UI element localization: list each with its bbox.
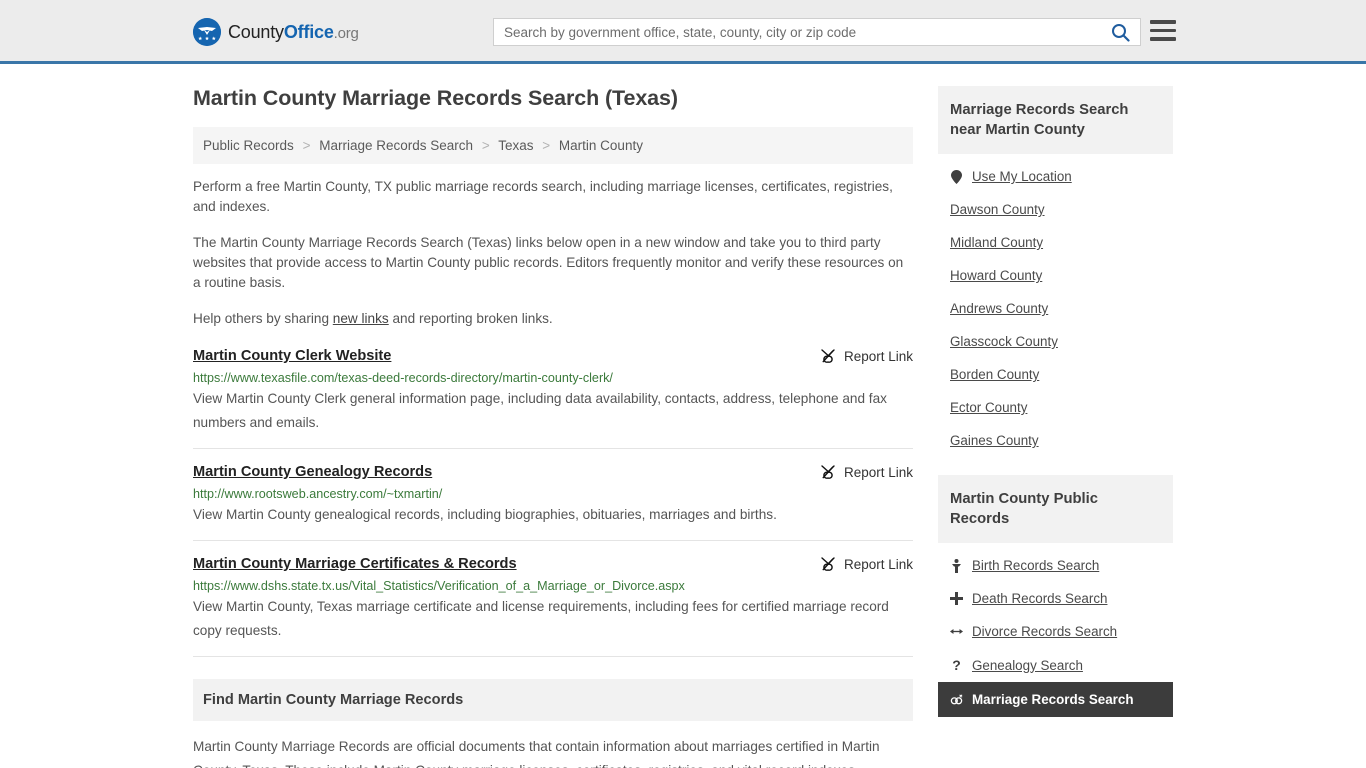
result-title-link[interactable]: Martin County Marriage Certificates & Re… bbox=[193, 555, 517, 573]
find-records-paragraph: Martin County Marriage Records are offic… bbox=[193, 739, 880, 768]
report-link-label: Report Link bbox=[843, 348, 913, 364]
public-records-list: Birth Records Search Death Records Searc… bbox=[938, 543, 1173, 717]
sidebar-item-midland-county[interactable]: Midland County bbox=[938, 226, 1173, 259]
result-item: Martin County Clerk Website Report Link … bbox=[193, 347, 913, 449]
sidebar-item-divorce-records-search[interactable]: Divorce Records Search bbox=[938, 615, 1173, 648]
result-title-link[interactable]: Martin County Clerk Website bbox=[193, 347, 391, 365]
sidebar-item-genealogy-search[interactable]: ? Genealogy Search bbox=[938, 648, 1173, 682]
sidebar-item-ector-county[interactable]: Ector County bbox=[938, 391, 1173, 424]
search-bar[interactable] bbox=[493, 18, 1141, 46]
result-item: Martin County Genealogy Records Report L… bbox=[193, 463, 913, 541]
map-pin-icon bbox=[950, 169, 963, 184]
broken-link-icon bbox=[821, 465, 835, 479]
logo-text-office: Office bbox=[283, 21, 334, 42]
report-link-label: Report Link bbox=[843, 556, 913, 572]
sidebar-item-birth-records-search[interactable]: Birth Records Search bbox=[938, 549, 1173, 582]
report-link-button[interactable]: Report Link bbox=[820, 555, 913, 572]
sidebar-link-label[interactable]: Genealogy Search bbox=[972, 658, 1083, 673]
cross-plus-icon bbox=[950, 592, 963, 605]
breadcrumb-separator: > bbox=[542, 138, 551, 153]
result-item: Martin County Marriage Certificates & Re… bbox=[193, 555, 913, 657]
public-records-heading: Martin County Public Records bbox=[938, 475, 1173, 543]
hamburger-bar bbox=[1150, 37, 1176, 41]
search-input[interactable] bbox=[494, 19, 1100, 45]
help-line-before: Help others by sharing bbox=[193, 311, 333, 326]
result-url[interactable]: https://www.texasfile.com/texas-deed-rec… bbox=[193, 371, 913, 386]
result-description: View Martin County, Texas marriage certi… bbox=[193, 599, 889, 638]
report-link-button[interactable]: Report Link bbox=[820, 463, 913, 480]
sidebar-link-label[interactable]: Gaines County bbox=[950, 433, 1039, 448]
broken-link-icon bbox=[821, 557, 835, 571]
report-link-button[interactable]: Report Link bbox=[820, 347, 913, 364]
logo-text-county: County bbox=[228, 21, 284, 42]
result-url[interactable]: https://www.dshs.state.tx.us/Vital_Stati… bbox=[193, 579, 913, 594]
eagle-seal-icon bbox=[193, 18, 221, 46]
sidebar-link-label[interactable]: Death Records Search bbox=[972, 591, 1107, 606]
sidebar-divider bbox=[938, 457, 1173, 475]
rings-icon bbox=[950, 694, 963, 705]
breadcrumb-separator: > bbox=[481, 138, 490, 153]
result-description: View Martin County genealogical records,… bbox=[193, 507, 777, 522]
nearby-searches-heading: Marriage Records Search near Martin Coun… bbox=[938, 86, 1173, 154]
sidebar-item-howard-county[interactable]: Howard County bbox=[938, 259, 1173, 292]
sidebar-item-death-records-search[interactable]: Death Records Search bbox=[938, 582, 1173, 615]
report-link-label: Report Link bbox=[843, 464, 913, 480]
sidebar-link-label[interactable]: Marriage Records Search bbox=[972, 692, 1134, 707]
intro-text: Perform a free Martin County, TX public … bbox=[193, 177, 913, 329]
sidebar-link-label[interactable]: Birth Records Search bbox=[972, 558, 1099, 573]
find-records-heading: Find Martin County Marriage Records bbox=[193, 679, 913, 721]
help-line-after: and reporting broken links. bbox=[388, 311, 553, 326]
breadcrumb-item-marriage-records-search[interactable]: Marriage Records Search bbox=[319, 138, 473, 153]
main-column: Martin County Marriage Records Search (T… bbox=[193, 86, 913, 768]
search-button[interactable] bbox=[1100, 19, 1140, 45]
broken-link-icon bbox=[821, 349, 835, 363]
sidebar-link-label[interactable]: Midland County bbox=[950, 235, 1043, 250]
sidebar-item-gaines-county[interactable]: Gaines County bbox=[938, 424, 1173, 457]
sidebar-item-use-my-location[interactable]: Use My Location bbox=[938, 160, 1173, 193]
help-line: Help others by sharing new links and rep… bbox=[193, 309, 913, 329]
sidebar-link-label[interactable]: Andrews County bbox=[950, 301, 1048, 316]
breadcrumb-separator: > bbox=[302, 138, 311, 153]
breadcrumb-item-public-records[interactable]: Public Records bbox=[203, 138, 294, 153]
left-right-arrow-icon bbox=[950, 626, 963, 637]
hamburger-menu-icon[interactable] bbox=[1150, 20, 1176, 41]
hamburger-bar bbox=[1150, 28, 1176, 32]
result-url[interactable]: http://www.rootsweb.ancestry.com/~txmart… bbox=[193, 487, 913, 502]
sidebar-item-borden-county[interactable]: Borden County bbox=[938, 358, 1173, 391]
sidebar-item-glasscock-county[interactable]: Glasscock County bbox=[938, 325, 1173, 358]
sidebar-link-label[interactable]: Dawson County bbox=[950, 202, 1045, 217]
sidebar-link-label[interactable]: Borden County bbox=[950, 367, 1039, 382]
sidebar-item-marriage-records-search[interactable]: Marriage Records Search bbox=[938, 682, 1173, 717]
baby-icon bbox=[950, 558, 963, 573]
sidebar-link-label[interactable]: Ector County bbox=[950, 400, 1027, 415]
intro-paragraph-1: Perform a free Martin County, TX public … bbox=[193, 179, 893, 214]
breadcrumb: Public Records > Marriage Records Search… bbox=[193, 127, 913, 164]
question-mark-icon: ? bbox=[952, 657, 961, 673]
sidebar-link-label[interactable]: Divorce Records Search bbox=[972, 624, 1117, 639]
logo-text: CountyOffice.org bbox=[228, 22, 359, 43]
sidebar-item-dawson-county[interactable]: Dawson County bbox=[938, 193, 1173, 226]
intro-paragraph-2: The Martin County Marriage Records Searc… bbox=[193, 235, 904, 290]
result-title-link[interactable]: Martin County Genealogy Records bbox=[193, 463, 432, 481]
sidebar-link-label[interactable]: Glasscock County bbox=[950, 334, 1058, 349]
site-logo[interactable]: CountyOffice.org bbox=[193, 18, 359, 46]
nearby-searches-list: Use My Location Dawson County Midland Co… bbox=[938, 154, 1173, 457]
site-header: CountyOffice.org bbox=[0, 0, 1366, 64]
sidebar-item-andrews-county[interactable]: Andrews County bbox=[938, 292, 1173, 325]
sidebar: Marriage Records Search near Martin Coun… bbox=[938, 86, 1173, 768]
sidebar-link-label[interactable]: Howard County bbox=[950, 268, 1042, 283]
hamburger-bar bbox=[1150, 20, 1176, 24]
logo-text-org: .org bbox=[333, 24, 359, 42]
result-description: View Martin County Clerk general informa… bbox=[193, 391, 887, 430]
breadcrumb-item-texas[interactable]: Texas bbox=[498, 138, 533, 153]
new-links-link[interactable]: new links bbox=[333, 311, 389, 326]
page-title: Martin County Marriage Records Search (T… bbox=[193, 86, 678, 110]
page-body: Martin County Marriage Records Search (T… bbox=[0, 64, 1366, 768]
sidebar-link-label[interactable]: Use My Location bbox=[972, 169, 1072, 184]
breadcrumb-item-martin-county[interactable]: Martin County bbox=[559, 138, 643, 153]
search-icon bbox=[1111, 23, 1130, 42]
find-records-body: Martin County Marriage Records are offic… bbox=[193, 735, 913, 768]
